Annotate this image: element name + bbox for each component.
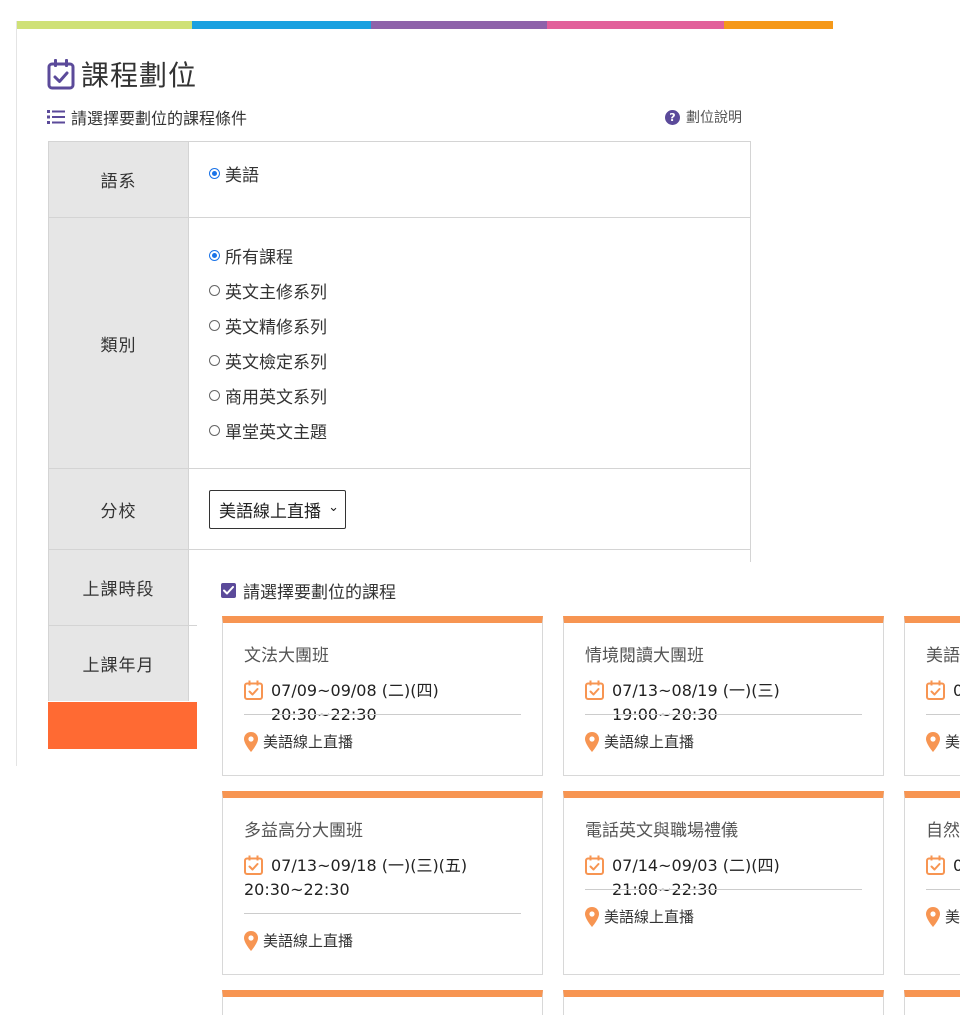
course-schedule: 07/13~08/19 (一)(三) 19:00~20:30 [585, 679, 883, 727]
radio-category-single-topic[interactable]: 單堂英文主題 [209, 413, 730, 448]
course-location: 美語線上直播 [244, 731, 353, 752]
category-row: 類別 所有課程 英文主修系列 英文精修系列 英文檢定系列 商用英文系列 單堂英文… [49, 218, 750, 469]
course-card[interactable]: 電話英文與職場禮儀 07/14~09/03 (二)(四) 21:00~22:30… [563, 791, 884, 975]
course-schedule: 0 [926, 854, 960, 878]
language-label: 語系 [49, 142, 189, 217]
radio-selected-icon[interactable] [209, 250, 220, 261]
course-card[interactable]: 情境閱讀大團班 07/13~08/19 (一)(三) 19:00~20:30 美… [563, 616, 884, 776]
month-label: 上課年月 [49, 626, 189, 701]
map-pin-icon [244, 731, 258, 752]
card-divider [244, 913, 521, 914]
radio-category-exam[interactable]: 英文檢定系列 [209, 343, 730, 378]
page-title-row: 課程劃位 [47, 54, 197, 94]
course-card[interactable]: 文法大團班 07/09~09/08 (二)(四) 20:30~22:30 美語線… [222, 616, 543, 776]
map-pin-icon [926, 906, 940, 927]
course-card[interactable] [904, 990, 960, 1015]
radio-unselected-icon[interactable] [209, 320, 220, 331]
checkbox-icon [221, 583, 236, 598]
map-pin-icon [585, 731, 599, 752]
course-title: 自然 [926, 821, 960, 841]
radio-selected-icon[interactable] [209, 168, 220, 179]
radio-category-core[interactable]: 英文主修系列 [209, 273, 730, 308]
radio-category-advanced[interactable]: 英文精修系列 [209, 308, 730, 343]
branch-row: 分校 美語線上直播 ⌄ [49, 469, 750, 550]
course-location: 美語線上直播 [585, 906, 694, 927]
calendar-check-icon [926, 680, 945, 700]
course-schedule: 07/14~09/03 (二)(四) 21:00~22:30 [585, 854, 883, 902]
card-divider [926, 889, 960, 890]
radio-language-american[interactable]: 美語 [209, 156, 730, 191]
calendar-check-icon [926, 855, 945, 875]
calendar-check-icon [244, 855, 263, 875]
course-location: 美語線上直播 [244, 930, 353, 951]
course-title: 情境閱讀大團班 [585, 646, 704, 666]
map-pin-icon [926, 731, 940, 752]
card-divider [926, 714, 960, 715]
course-card[interactable] [563, 990, 884, 1015]
calendar-check-icon [585, 855, 604, 875]
category-label: 類別 [49, 218, 189, 468]
radio-unselected-icon[interactable] [209, 285, 220, 296]
radio-unselected-icon[interactable] [209, 355, 220, 366]
question-circle-icon: ? [665, 109, 680, 125]
course-schedule: 07/09~09/08 (二)(四) 20:30~22:30 [244, 679, 542, 727]
course-title: 美語 [926, 646, 960, 666]
course-schedule: 0 [926, 679, 960, 703]
card-divider [585, 714, 862, 715]
help-link-text[interactable]: 劃位說明 [686, 107, 742, 127]
course-card[interactable]: 自然 0 美 [904, 791, 960, 975]
course-section-title: 請選擇要劃位的課程 [243, 583, 396, 603]
course-schedule: 07/13~09/18 (一)(三)(五) 20:30~22:30 [244, 855, 468, 899]
calendar-check-icon [47, 59, 75, 90]
language-row: 語系 美語 [49, 142, 750, 218]
map-pin-icon [585, 906, 599, 927]
chevron-down-icon: ⌄ [328, 499, 339, 515]
help-link[interactable]: ? 劃位說明 [665, 107, 742, 127]
list-icon [47, 110, 65, 124]
time-slot-label: 上課時段 [49, 550, 189, 625]
course-title: 多益高分大團班 [244, 821, 363, 841]
course-card[interactable] [222, 990, 543, 1015]
course-location: 美 [926, 731, 960, 752]
course-title: 文法大團班 [244, 646, 329, 666]
course-card[interactable]: 美語 0 美 [904, 616, 960, 776]
branch-label: 分校 [49, 469, 189, 549]
course-card[interactable]: 多益高分大團班 07/13~09/18 (一)(三)(五) 20:30~22:3… [222, 791, 543, 975]
course-location: 美 [926, 906, 960, 927]
criteria-subtitle-text: 請選擇要劃位的課程條件 [71, 109, 248, 128]
radio-category-business[interactable]: 商用英文系列 [209, 378, 730, 413]
radio-unselected-icon[interactable] [209, 425, 220, 436]
branch-select[interactable]: 美語線上直播 ⌄ [209, 489, 346, 529]
course-section-header: 請選擇要劃位的課程 [221, 578, 396, 603]
search-button[interactable] [48, 702, 198, 749]
course-location: 美語線上直播 [585, 731, 694, 752]
calendar-check-icon [585, 680, 604, 700]
map-pin-icon [244, 930, 258, 951]
course-title: 電話英文與職場禮儀 [585, 821, 738, 841]
brand-color-bar [17, 21, 833, 29]
calendar-check-icon [244, 680, 263, 700]
card-divider [585, 889, 862, 890]
radio-unselected-icon[interactable] [209, 390, 220, 401]
page-title: 課程劃位 [81, 59, 198, 92]
criteria-subtitle: 請選擇要劃位的課程條件 [47, 105, 247, 129]
card-divider [244, 714, 521, 715]
radio-category-all[interactable]: 所有課程 [209, 238, 730, 273]
